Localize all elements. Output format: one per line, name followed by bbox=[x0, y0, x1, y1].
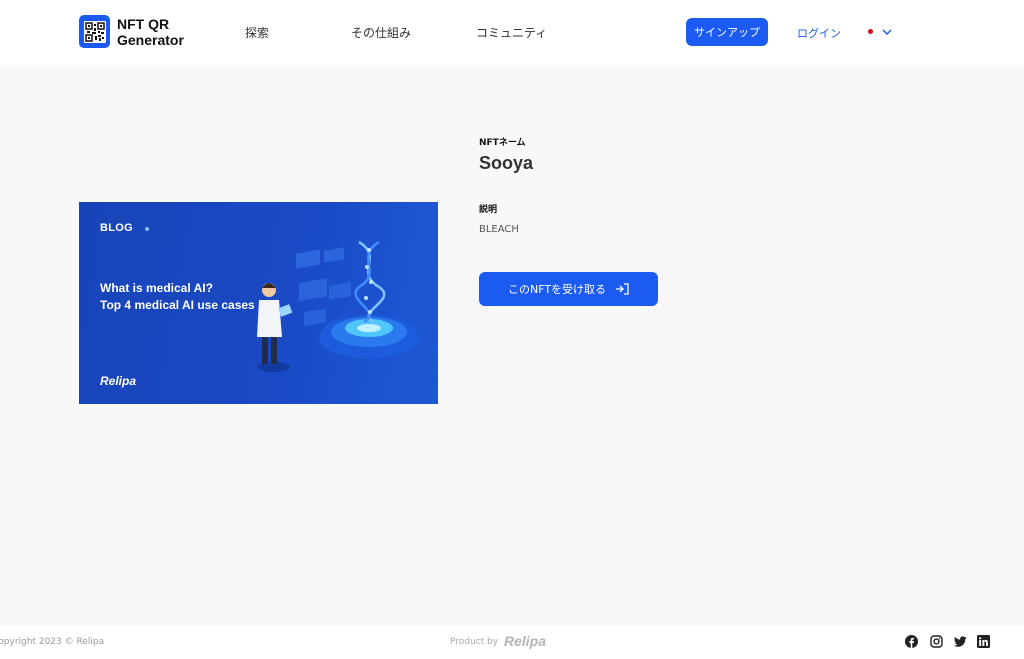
footer-brand-logo[interactable]: Relipa bbox=[504, 633, 546, 649]
banner-dot bbox=[145, 227, 149, 231]
nft-name-value: Sooya bbox=[479, 153, 534, 173]
banner-label: BLOG bbox=[100, 222, 133, 234]
banner-brand: Relipa bbox=[100, 374, 137, 388]
banner-title-line-1: What is medical AI? bbox=[100, 281, 213, 295]
facebook-icon[interactable] bbox=[905, 635, 918, 648]
nav-community[interactable]: コミュニティ bbox=[476, 24, 547, 41]
claim-nft-label: このNFTを受け取る bbox=[507, 283, 607, 296]
signup-button[interactable]: サインアップ bbox=[686, 18, 768, 46]
twitter-icon[interactable] bbox=[954, 635, 967, 648]
site-footer: Copyright 2023 © Relipa Product by Relip… bbox=[0, 626, 1024, 659]
login-link[interactable]: ログイン bbox=[797, 25, 841, 41]
nft-image: BLOG What is medical AI? Top 4 medical A… bbox=[79, 202, 438, 404]
logo-line-2: Generator bbox=[117, 31, 184, 48]
linkedin-icon[interactable] bbox=[977, 635, 990, 648]
instagram-icon[interactable] bbox=[930, 635, 943, 648]
medical-ai-illustration bbox=[257, 240, 419, 372]
qr-code-icon bbox=[79, 15, 110, 48]
site-header: NFT QR Generator 探索 その仕組み コミュニティ サインアップ … bbox=[0, 0, 1024, 65]
nav-explore[interactable]: 探索 bbox=[245, 24, 269, 41]
banner-title-line-2: Top 4 medical AI use cases bbox=[100, 298, 255, 312]
nft-name-label: NFTネーム bbox=[479, 138, 526, 148]
chevron-down-icon bbox=[882, 28, 892, 35]
site-logo[interactable]: NFT QR Generator bbox=[79, 15, 184, 48]
description-value: BLEACH bbox=[479, 224, 519, 235]
copyright-text: Copyright 2023 © Relipa bbox=[0, 637, 105, 647]
nav-how-it-works[interactable]: その仕組み bbox=[351, 24, 411, 41]
japan-flag-icon bbox=[865, 26, 876, 37]
claim-nft-button[interactable]: このNFTを受け取る bbox=[479, 272, 658, 306]
product-by-text: Product by bbox=[450, 637, 499, 647]
banner-title: What is medical AI? Top 4 medical AI use… bbox=[100, 280, 270, 314]
logo-text: NFT QR Generator bbox=[117, 16, 184, 48]
description-label: 説明 bbox=[479, 205, 498, 215]
sign-in-arrow-icon bbox=[615, 283, 629, 295]
language-selector[interactable] bbox=[865, 26, 892, 37]
logo-line-1: NFT QR bbox=[117, 15, 170, 32]
